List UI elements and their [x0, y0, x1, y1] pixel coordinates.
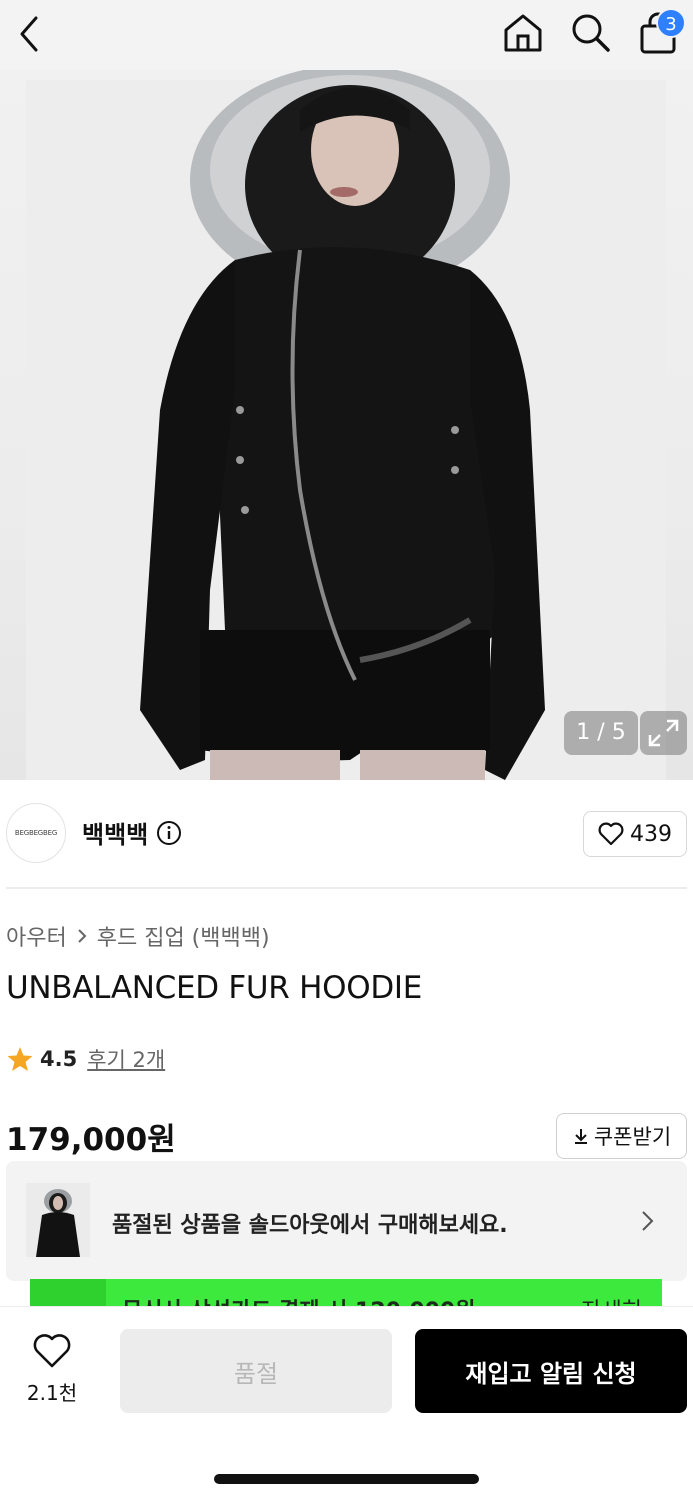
brand-like-button[interactable]: 439 — [583, 811, 687, 857]
soldout-thumbnail — [26, 1183, 90, 1257]
bottom-action-bar: 2.1천 품절 재입고 알림 신청 — [0, 1306, 693, 1500]
star-icon — [7, 1047, 33, 1071]
rating-score: 4.5 — [40, 1047, 78, 1071]
image-counter: 1 / 5 — [564, 711, 638, 755]
card-promo-image — [30, 1279, 106, 1309]
chevron-right-icon — [78, 929, 87, 943]
restock-alert-button[interactable]: 재입고 알림 신청 — [415, 1329, 687, 1413]
home-button[interactable] — [500, 10, 546, 56]
divider — [6, 887, 687, 889]
cart-button[interactable]: 3 — [636, 8, 686, 58]
reviews-link[interactable]: 후기 2개 — [87, 1044, 165, 1074]
chevron-right-icon — [642, 1211, 654, 1231]
product-image[interactable]: 1 / 5 — [0, 70, 693, 780]
brand-like-count: 439 — [630, 821, 672, 847]
price: 179,000원 — [6, 1122, 176, 1158]
chevron-left-icon — [20, 16, 38, 52]
download-icon — [574, 1129, 587, 1144]
heart-icon — [33, 1334, 71, 1368]
wish-button[interactable]: 2.1천 — [20, 1333, 84, 1405]
heart-icon — [598, 822, 624, 846]
top-nav: 3 — [0, 0, 693, 70]
product-title: UNBALANCED FUR HOODIE — [6, 970, 423, 1006]
breadcrumb-subcategory[interactable]: 후드 집업 (백백백) — [97, 920, 270, 952]
brand-logo-text: BEGBEGBEG — [14, 829, 58, 837]
brand-name[interactable]: 백백백 — [82, 815, 148, 850]
card-promo-banner[interactable]: 무신사 삼성카드 결제 시 120,000원 자세히 — [30, 1279, 662, 1309]
search-icon — [572, 14, 610, 52]
search-button[interactable] — [568, 10, 614, 56]
expand-button[interactable] — [640, 711, 687, 755]
coupon-label: 쿠폰받기 — [593, 1125, 672, 1149]
home-indicator — [214, 1474, 479, 1484]
brand-logo[interactable]: BEGBEGBEG — [6, 803, 66, 863]
home-icon — [504, 14, 542, 52]
coupon-button[interactable]: 쿠폰받기 — [556, 1113, 687, 1159]
soldout-button: 품절 — [120, 1329, 392, 1413]
info-icon — [157, 821, 181, 845]
product-photo — [26, 70, 666, 780]
back-button[interactable] — [12, 12, 48, 56]
cart-count-badge: 3 — [656, 8, 686, 38]
breadcrumb: 아우터 후드 집업 (백백백) — [6, 920, 270, 952]
soldout-banner[interactable]: 품절된 상품을 솔드아웃에서 구매해보세요. — [6, 1161, 687, 1281]
soldout-banner-text: 품절된 상품을 솔드아웃에서 구매해보세요. — [112, 1213, 508, 1238]
breadcrumb-category[interactable]: 아우터 — [6, 920, 67, 952]
rating: 4.5 후기 2개 — [6, 1044, 165, 1074]
brand-info-button[interactable] — [156, 820, 182, 846]
product-page: 3 1 / 5 BEGBEGBEG 백백백 439 아우터 후드 집업 (백백백… — [0, 0, 693, 1500]
wish-count: 2.1천 — [26, 1381, 78, 1405]
expand-icon — [648, 719, 679, 747]
